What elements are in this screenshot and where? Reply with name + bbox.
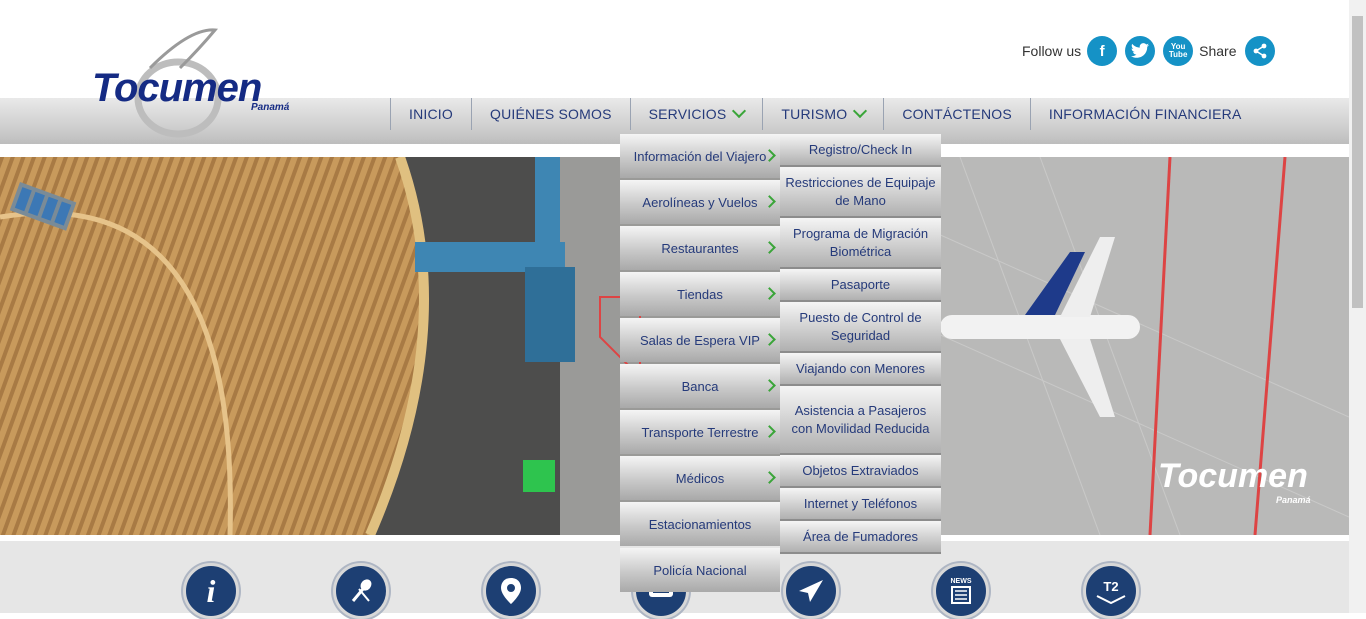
viajero-item-label: Internet y Teléfonos — [803, 495, 918, 511]
servicios-item-estacionamientos[interactable]: Estacionamientos — [620, 502, 780, 546]
servicios-item-transporte[interactable]: Transporte Terrestre — [620, 410, 780, 454]
viajero-item-label: Programa de Migración Biométrica — [792, 225, 929, 259]
chevron-right-icon — [763, 195, 776, 208]
chevron-right-icon — [763, 287, 776, 300]
servicios-item-label: Estacionamientos — [648, 516, 752, 532]
youtube-icon[interactable]: You Tube — [1163, 36, 1194, 66]
menu-contactenos[interactable]: CONTÁCTENOS — [883, 98, 1030, 130]
servicios-dropdown: Información del Viajero Aerolíneas y Vue… — [620, 134, 780, 594]
menu-turismo[interactable]: TURISMO — [762, 98, 883, 130]
menu-turismo-label: TURISMO — [781, 106, 848, 122]
chevron-right-icon — [763, 425, 776, 438]
t2-label: T2 — [1103, 578, 1119, 594]
viajero-item-fumadores[interactable]: Área de Fumadores — [780, 521, 941, 554]
menu-quienes-somos-label: QUIÉNES SOMOS — [489, 106, 612, 122]
food-icon[interactable] — [333, 563, 389, 619]
servicios-item-label: Transporte Terrestre — [641, 424, 759, 440]
viajero-item-internet[interactable]: Internet y Teléfonos — [780, 488, 941, 521]
share-icon[interactable] — [1244, 36, 1275, 66]
viajero-item-label: Restricciones de Equipaje de Mano — [785, 174, 936, 208]
viajero-item-migracion[interactable]: Programa de Migración Biométrica — [780, 218, 941, 269]
servicios-item-informacion-viajero[interactable]: Información del Viajero — [620, 134, 780, 178]
facebook-icon[interactable]: f — [1087, 36, 1118, 66]
viajero-item-menores[interactable]: Viajando con Menores — [780, 353, 941, 386]
servicios-item-label: Médicos — [675, 470, 725, 486]
servicios-item-restaurantes[interactable]: Restaurantes — [620, 226, 780, 270]
twitter-icon[interactable] — [1125, 36, 1156, 66]
servicios-item-banca[interactable]: Banca — [620, 364, 780, 408]
viajero-item-label: Viajando con Menores — [795, 360, 926, 376]
viajero-item-label: Puesto de Control de Seguridad — [799, 309, 922, 343]
menu-inicio-label: INICIO — [409, 106, 453, 122]
servicios-item-label: Salas de Espera VIP — [640, 332, 760, 348]
viajero-item-objetos[interactable]: Objetos Extraviados — [780, 455, 941, 488]
chevron-down-icon — [732, 103, 747, 119]
menu-servicios-label: SERVICIOS — [648, 106, 727, 122]
viajero-item-seguridad[interactable]: Puesto de Control de Seguridad — [780, 302, 941, 353]
servicios-item-label: Restaurantes — [661, 240, 739, 256]
chevron-right-icon — [763, 379, 776, 392]
servicios-item-label: Información del Viajero — [633, 148, 767, 164]
logo-subtext: Panamá — [251, 102, 290, 113]
menu-inicio[interactable]: INICIO — [390, 98, 471, 130]
servicios-item-aerolineas[interactable]: Aerolíneas y Vuelos — [620, 180, 780, 224]
servicios-item-medicos[interactable]: Médicos — [620, 456, 780, 500]
servicios-item-policia[interactable]: Policía Nacional — [620, 548, 780, 592]
viajero-item-label: Área de Fumadores — [803, 528, 918, 544]
menu-servicios[interactable]: SERVICIOS — [629, 98, 763, 130]
chevron-right-icon — [763, 333, 776, 346]
logo-text: Tocumen — [92, 66, 262, 110]
location-icon[interactable] — [483, 563, 539, 619]
servicios-item-label: Tiendas — [677, 286, 723, 302]
menu-quienes-somos[interactable]: QUIÉNES SOMOS — [470, 98, 630, 130]
scrollbar-thumb[interactable] — [1352, 16, 1363, 308]
viajero-item-label: Objetos Extraviados — [802, 462, 919, 478]
page-scrollbar[interactable] — [1349, 0, 1366, 613]
viajero-submenu: Registro/Check In Restricciones de Equip… — [780, 134, 941, 554]
viajero-item-label: Pasaporte — [830, 276, 891, 292]
hero-watermark-sub: Panamá — [1276, 495, 1311, 505]
hero-watermark: Tocumen — [1158, 457, 1308, 495]
menu-informacion-financiera-label: INFORMACIÓN FINANCIERA — [1048, 106, 1242, 122]
info-icon[interactable]: i — [183, 563, 239, 619]
share-label: Share — [1199, 43, 1237, 59]
servicios-item-label: Aerolíneas y Vuelos — [642, 194, 758, 210]
follow-us-label: Follow us — [1022, 43, 1082, 59]
chevron-right-icon — [763, 241, 776, 254]
airplane-icon[interactable] — [783, 563, 839, 619]
viajero-item-label: Registro/Check In — [808, 141, 913, 157]
t2-terminal-icon[interactable]: T2 — [1083, 563, 1139, 619]
servicios-item-label: Banca — [681, 378, 719, 394]
menu-informacion-financiera[interactable]: INFORMACIÓN FINANCIERA — [1029, 98, 1260, 130]
chevron-right-icon — [763, 471, 776, 484]
social-bar: Follow us f You Tube Share — [1022, 36, 1275, 66]
servicios-item-tiendas[interactable]: Tiendas — [620, 272, 780, 316]
viajero-item-restricciones[interactable]: Restricciones de Equipaje de Mano — [780, 167, 941, 218]
viajero-item-pasaporte[interactable]: Pasaporte — [780, 269, 941, 302]
viajero-item-movilidad[interactable]: Asistencia a Pasajeros con Movilidad Red… — [780, 386, 941, 455]
main-menu: INICIO QUIÉNES SOMOS SERVICIOS TURISMO C… — [390, 98, 1260, 130]
tocumen-logo[interactable]: Tocumen Panamá — [90, 28, 310, 138]
servicios-item-salas-vip[interactable]: Salas de Espera VIP — [620, 318, 780, 362]
viajero-item-registro[interactable]: Registro/Check In — [780, 134, 941, 167]
chevron-down-icon — [853, 103, 868, 119]
servicios-item-label: Policía Nacional — [653, 562, 747, 578]
viajero-item-label: Asistencia a Pasajeros con Movilidad Red… — [791, 402, 930, 436]
menu-contactenos-label: CONTÁCTENOS — [902, 106, 1012, 122]
news-icon-label: NEWS — [950, 578, 972, 585]
news-icon[interactable]: NEWS — [933, 563, 989, 619]
